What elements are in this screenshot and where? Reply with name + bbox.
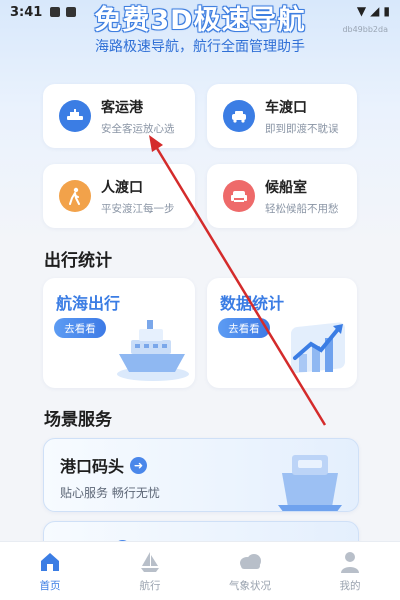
tab-home[interactable]: 首页 xyxy=(10,549,90,593)
scene-card-subtitle: 贴心服务 畅行无忧 xyxy=(60,486,160,500)
tab-label: 首页 xyxy=(39,580,61,592)
stat-card-title: 航海出行 xyxy=(56,294,121,313)
quick-card-car-ferry[interactable]: 车渡口 即到即渡不耽误 xyxy=(207,84,357,148)
section-title-scenes: 场景服务 xyxy=(44,410,112,430)
quick-card-subtitle: 轻松候船不用愁 xyxy=(265,202,339,215)
weather-cloud-icon xyxy=(237,549,263,575)
tab-weather[interactable]: 气象状况 xyxy=(210,549,290,593)
tab-label: 我的 xyxy=(339,580,361,592)
banner-title: 免费3D极速导航 xyxy=(94,5,306,36)
tab-label: 航行 xyxy=(139,580,161,592)
go-see-button[interactable]: 去看看 xyxy=(54,318,106,338)
growth-chart-icon xyxy=(291,322,345,373)
arrow-right-icon: ➜ xyxy=(130,456,148,474)
quick-card-title: 候船室 xyxy=(265,179,307,196)
quick-card-subtitle: 即到即渡不耽误 xyxy=(265,122,339,135)
profile-icon xyxy=(338,549,362,575)
scene-card-title: 港口码头 xyxy=(60,457,125,476)
ship-bow-icon xyxy=(278,455,342,511)
quick-card-passenger-port[interactable]: 客运港 安全客运放心选 xyxy=(43,84,195,148)
scene-card-port[interactable]: 港口码头 ➜ 贴心服务 畅行无忧 xyxy=(43,438,359,512)
quick-card-title: 人渡口 xyxy=(101,179,143,196)
ship-illustration-icon xyxy=(117,320,189,381)
stat-card-voyage[interactable]: 航海出行 去看看 xyxy=(43,278,195,388)
section-title-stats: 出行统计 xyxy=(44,251,112,271)
banner-subtitle: 海路极速导航，航行全面管理助手 xyxy=(95,39,305,55)
quick-card-title: 客运港 xyxy=(101,99,143,116)
tab-profile[interactable]: 我的 xyxy=(310,549,390,593)
stat-card-title: 数据统计 xyxy=(220,294,285,313)
tab-sailing[interactable]: 航行 xyxy=(110,549,190,593)
pedestrian-ferry-icon xyxy=(59,180,91,212)
car-ferry-icon xyxy=(223,100,255,132)
home-icon xyxy=(38,549,62,575)
passenger-port-icon xyxy=(59,100,91,132)
go-see-button[interactable]: 去看看 xyxy=(218,318,270,338)
quick-card-subtitle: 平安渡江每一步 xyxy=(101,202,175,215)
stat-card-data[interactable]: 数据统计 去看看 xyxy=(207,278,357,388)
waiting-room-icon xyxy=(223,180,255,212)
quick-card-subtitle: 安全客运放心选 xyxy=(101,122,175,135)
bottom-tab-bar: 首页 航行 气象状况 我的 xyxy=(0,541,400,600)
sailboat-icon xyxy=(138,549,162,575)
quick-card-title: 车渡口 xyxy=(265,99,307,116)
tab-label: 气象状况 xyxy=(229,580,271,592)
quick-card-waiting-room[interactable]: 候船室 轻松候船不用愁 xyxy=(207,164,357,228)
quick-card-pedestrian-ferry[interactable]: 人渡口 平安渡江每一步 xyxy=(43,164,195,228)
